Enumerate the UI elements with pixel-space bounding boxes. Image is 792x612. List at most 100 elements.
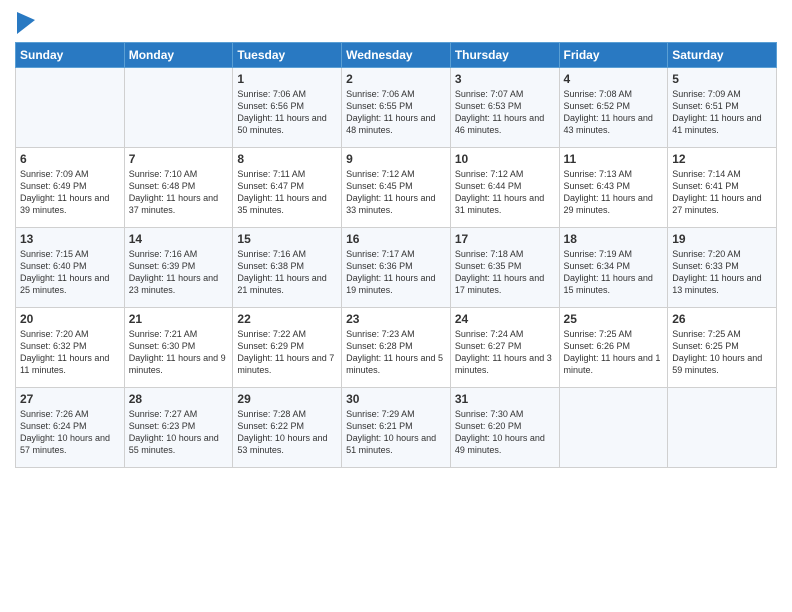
day-number: 13 — [20, 232, 120, 246]
day-info: Sunrise: 7:22 AM Sunset: 6:29 PM Dayligh… — [237, 328, 337, 377]
day-info: Sunrise: 7:12 AM Sunset: 6:45 PM Dayligh… — [346, 168, 446, 217]
day-info: Sunrise: 7:25 AM Sunset: 6:25 PM Dayligh… — [672, 328, 772, 377]
day-cell: 3 Sunrise: 7:07 AM Sunset: 6:53 PM Daylig… — [450, 68, 559, 148]
day-info: Sunrise: 7:24 AM Sunset: 6:27 PM Dayligh… — [455, 328, 555, 377]
weekday-header-saturday: Saturday — [668, 43, 777, 68]
day-number: 18 — [564, 232, 664, 246]
day-cell: 2Sunrise: 7:06 AM Sunset: 6:55 PM Daylig… — [342, 68, 451, 148]
day-number: 29 — [237, 392, 337, 406]
day-info: Sunrise: 7:16 AM Sunset: 6:38 PM Dayligh… — [237, 248, 337, 297]
weekday-header-tuesday: Tuesday — [233, 43, 342, 68]
day-cell: 16 Sunrise: 7:17 AM Sunset: 6:36 PM Dayli… — [342, 228, 451, 308]
day-cell: 13Sunrise: 7:15 AM Sunset: 6:40 PM Dayli… — [16, 228, 125, 308]
week-row-4: 20 Sunrise: 7:20 AM Sunset: 6:32 PM Dayli… — [16, 308, 777, 388]
day-number: 26 — [672, 312, 772, 326]
day-number: 15 — [237, 232, 337, 246]
day-number: 6 — [20, 152, 120, 166]
day-cell: 15 Sunrise: 7:16 AM Sunset: 6:38 PM Dayli… — [233, 228, 342, 308]
day-number: 14 — [129, 232, 229, 246]
day-number: 10 — [455, 152, 555, 166]
day-info: Sunrise: 7:07 AM Sunset: 6:53 PM Dayligh… — [455, 88, 555, 137]
day-number: 23 — [346, 312, 446, 326]
day-cell: 24Sunrise: 7:24 AM Sunset: 6:27 PM Dayli… — [450, 308, 559, 388]
day-cell — [559, 388, 668, 468]
day-cell: 9 Sunrise: 7:12 AM Sunset: 6:45 PM Daylig… — [342, 148, 451, 228]
day-cell: 31 Sunrise: 7:30 AM Sunset: 6:20 PM Dayli… — [450, 388, 559, 468]
day-cell: 1 Sunrise: 7:06 AM Sunset: 6:56 PM Daylig… — [233, 68, 342, 148]
day-cell — [124, 68, 233, 148]
day-info: Sunrise: 7:06 AM Sunset: 6:56 PM Dayligh… — [237, 88, 337, 137]
day-number: 22 — [237, 312, 337, 326]
day-cell: 11Sunrise: 7:13 AM Sunset: 6:43 PM Dayli… — [559, 148, 668, 228]
page: SundayMondayTuesdayWednesdayThursdayFrid… — [0, 0, 792, 612]
day-number: 1 — [237, 72, 337, 86]
day-info: Sunrise: 7:27 AM Sunset: 6:23 PM Dayligh… — [129, 408, 229, 457]
day-info: Sunrise: 7:14 AM Sunset: 6:41 PM Dayligh… — [672, 168, 772, 217]
day-number: 7 — [129, 152, 229, 166]
calendar-table: SundayMondayTuesdayWednesdayThursdayFrid… — [15, 42, 777, 468]
day-cell: 10Sunrise: 7:12 AM Sunset: 6:44 PM Dayli… — [450, 148, 559, 228]
day-number: 20 — [20, 312, 120, 326]
weekday-header-thursday: Thursday — [450, 43, 559, 68]
day-number: 8 — [237, 152, 337, 166]
day-cell: 8 Sunrise: 7:11 AM Sunset: 6:47 PM Daylig… — [233, 148, 342, 228]
day-number: 31 — [455, 392, 555, 406]
day-number: 27 — [20, 392, 120, 406]
day-cell: 12 Sunrise: 7:14 AM Sunset: 6:41 PM Dayli… — [668, 148, 777, 228]
day-info: Sunrise: 7:09 AM Sunset: 6:51 PM Dayligh… — [672, 88, 772, 137]
day-info: Sunrise: 7:19 AM Sunset: 6:34 PM Dayligh… — [564, 248, 664, 297]
day-info: Sunrise: 7:10 AM Sunset: 6:48 PM Dayligh… — [129, 168, 229, 217]
day-cell: 6 Sunrise: 7:09 AM Sunset: 6:49 PM Daylig… — [16, 148, 125, 228]
day-info: Sunrise: 7:26 AM Sunset: 6:24 PM Dayligh… — [20, 408, 120, 457]
day-cell: 14Sunrise: 7:16 AM Sunset: 6:39 PM Dayli… — [124, 228, 233, 308]
day-cell: 26 Sunrise: 7:25 AM Sunset: 6:25 PM Dayli… — [668, 308, 777, 388]
day-number: 3 — [455, 72, 555, 86]
day-cell: 18 Sunrise: 7:19 AM Sunset: 6:34 PM Dayli… — [559, 228, 668, 308]
week-row-2: 6 Sunrise: 7:09 AM Sunset: 6:49 PM Daylig… — [16, 148, 777, 228]
day-cell — [16, 68, 125, 148]
day-number: 16 — [346, 232, 446, 246]
day-info: Sunrise: 7:23 AM Sunset: 6:28 PM Dayligh… — [346, 328, 446, 377]
day-info: Sunrise: 7:09 AM Sunset: 6:49 PM Dayligh… — [20, 168, 120, 217]
day-cell: 17Sunrise: 7:18 AM Sunset: 6:35 PM Dayli… — [450, 228, 559, 308]
weekday-header-monday: Monday — [124, 43, 233, 68]
week-row-5: 27 Sunrise: 7:26 AM Sunset: 6:24 PM Dayli… — [16, 388, 777, 468]
day-number: 30 — [346, 392, 446, 406]
day-info: Sunrise: 7:20 AM Sunset: 6:32 PM Dayligh… — [20, 328, 120, 377]
day-info: Sunrise: 7:17 AM Sunset: 6:36 PM Dayligh… — [346, 248, 446, 297]
day-cell: 23 Sunrise: 7:23 AM Sunset: 6:28 PM Dayli… — [342, 308, 451, 388]
day-number: 21 — [129, 312, 229, 326]
day-number: 5 — [672, 72, 772, 86]
day-cell: 27 Sunrise: 7:26 AM Sunset: 6:24 PM Dayli… — [16, 388, 125, 468]
day-info: Sunrise: 7:20 AM Sunset: 6:33 PM Dayligh… — [672, 248, 772, 297]
day-number: 28 — [129, 392, 229, 406]
day-info: Sunrise: 7:25 AM Sunset: 6:26 PM Dayligh… — [564, 328, 664, 377]
day-info: Sunrise: 7:08 AM Sunset: 6:52 PM Dayligh… — [564, 88, 664, 137]
day-number: 25 — [564, 312, 664, 326]
day-cell: 30 Sunrise: 7:29 AM Sunset: 6:21 PM Dayli… — [342, 388, 451, 468]
day-cell — [668, 388, 777, 468]
day-cell: 21Sunrise: 7:21 AM Sunset: 6:30 PM Dayli… — [124, 308, 233, 388]
day-info: Sunrise: 7:13 AM Sunset: 6:43 PM Dayligh… — [564, 168, 664, 217]
day-number: 12 — [672, 152, 772, 166]
day-number: 19 — [672, 232, 772, 246]
weekday-header-row: SundayMondayTuesdayWednesdayThursdayFrid… — [16, 43, 777, 68]
weekday-header-friday: Friday — [559, 43, 668, 68]
day-cell: 19 Sunrise: 7:20 AM Sunset: 6:33 PM Dayli… — [668, 228, 777, 308]
day-cell: 22 Sunrise: 7:22 AM Sunset: 6:29 PM Dayli… — [233, 308, 342, 388]
day-cell: 29Sunrise: 7:28 AM Sunset: 6:22 PM Dayli… — [233, 388, 342, 468]
day-info: Sunrise: 7:30 AM Sunset: 6:20 PM Dayligh… — [455, 408, 555, 457]
day-info: Sunrise: 7:29 AM Sunset: 6:21 PM Dayligh… — [346, 408, 446, 457]
logo — [15, 14, 35, 34]
week-row-1: 1 Sunrise: 7:06 AM Sunset: 6:56 PM Daylig… — [16, 68, 777, 148]
day-number: 9 — [346, 152, 446, 166]
day-cell: 25 Sunrise: 7:25 AM Sunset: 6:26 PM Dayli… — [559, 308, 668, 388]
header — [15, 10, 777, 34]
day-cell: 5 Sunrise: 7:09 AM Sunset: 6:51 PM Daylig… — [668, 68, 777, 148]
day-number: 2 — [346, 72, 446, 86]
day-cell: 20 Sunrise: 7:20 AM Sunset: 6:32 PM Dayli… — [16, 308, 125, 388]
day-number: 4 — [564, 72, 664, 86]
day-cell: 7 Sunrise: 7:10 AM Sunset: 6:48 PM Daylig… — [124, 148, 233, 228]
weekday-header-wednesday: Wednesday — [342, 43, 451, 68]
day-info: Sunrise: 7:11 AM Sunset: 6:47 PM Dayligh… — [237, 168, 337, 217]
